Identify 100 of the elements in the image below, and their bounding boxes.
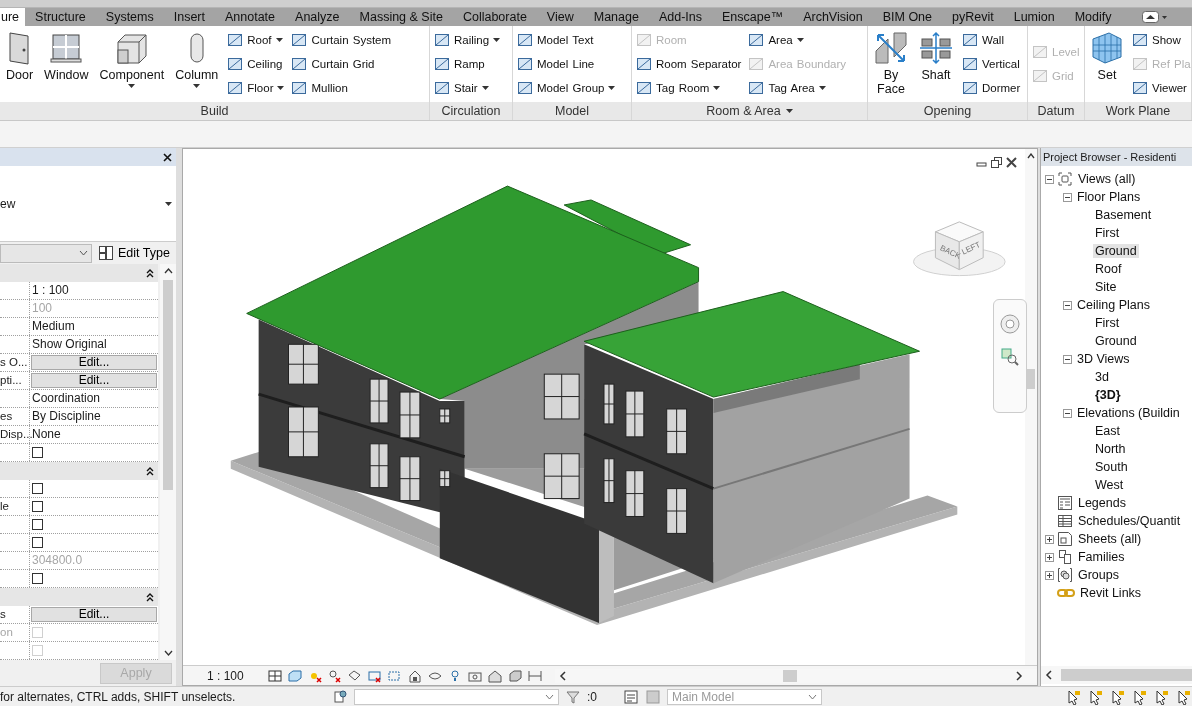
tree-item[interactable]: 3D Views [1074, 352, 1132, 366]
collapse-toggle[interactable] [1044, 174, 1054, 184]
ribbon-button[interactable]: Show [1131, 28, 1191, 52]
scrollbar[interactable] [1024, 149, 1037, 665]
ribbon-tab[interactable]: View [536, 8, 584, 26]
horizontal-scrollbar[interactable] [1040, 666, 1192, 684]
worksets-icon[interactable] [332, 689, 348, 705]
restore-icon[interactable] [990, 157, 1002, 168]
ribbon-tab[interactable]: Systems [95, 8, 164, 26]
cube-icon[interactable] [286, 667, 303, 684]
scroll-thumb[interactable] [782, 669, 797, 682]
tree-item[interactable]: Site [1092, 280, 1119, 294]
tree-item[interactable]: Basement [1092, 208, 1154, 222]
tree-item[interactable]: First [1092, 226, 1122, 240]
collapse-toggle[interactable] [1062, 354, 1072, 364]
ribbon-tab[interactable]: Annotate [215, 8, 286, 26]
ribbon-tab[interactable]: Lumion [1003, 8, 1065, 26]
tree-item[interactable]: Ground [1092, 244, 1139, 258]
tree-item[interactable]: North [1092, 442, 1128, 456]
checkbox[interactable] [32, 447, 43, 458]
view-scale[interactable]: 1 : 100 [206, 668, 263, 683]
ribbon-button[interactable]: Ceiling [226, 52, 286, 76]
ribbon-button[interactable]: Room Separator [635, 52, 743, 76]
ribbon-toggle-icon[interactable] [1141, 11, 1168, 23]
tree-item[interactable]: Ground [1092, 334, 1139, 348]
ribbon-button[interactable]: Model Text [516, 28, 617, 52]
ribbon-button[interactable]: Wall [961, 28, 1022, 52]
frame-icon[interactable] [266, 667, 283, 684]
tree-item[interactable]: {3D} [1092, 388, 1123, 402]
expand-toggle[interactable] [1044, 570, 1054, 580]
ribbon-button[interactable]: By Face [871, 26, 911, 102]
collapse-toggle[interactable] [1062, 300, 1072, 310]
collapse-icon[interactable] [146, 466, 154, 476]
ribbon-button[interactable]: Window [41, 26, 92, 102]
ribbon-button[interactable]: Model Line [516, 52, 617, 76]
ribbon-button[interactable]: Ramp [433, 52, 502, 76]
edit-button[interactable]: Edit... [31, 373, 157, 388]
ribbon-button[interactable]: Component [96, 26, 168, 102]
ribbon-button[interactable]: Curtain System [290, 28, 393, 52]
ribbon-button[interactable]: Area [747, 28, 848, 52]
tree-item[interactable]: Roof [1092, 262, 1124, 276]
tree-item[interactable]: Families [1075, 550, 1127, 564]
tree-item[interactable]: Ceiling Plans [1074, 298, 1152, 312]
ribbon-tab[interactable]: Massing & Site [349, 8, 453, 26]
ribbon-tab[interactable]: BIM One [872, 8, 942, 26]
collapse-toggle[interactable] [1062, 192, 1072, 202]
ribbon-button[interactable]: Tag Room [635, 76, 743, 100]
ribbon-button[interactable]: Railing [433, 28, 502, 52]
ribbon-tab[interactable]: Analyze [285, 8, 350, 26]
tree-item[interactable]: Revit Links [1077, 586, 1144, 600]
ribbon-tab[interactable]: pyRevit [942, 8, 1004, 26]
tree-item[interactable]: South [1092, 460, 1130, 474]
scroll-down-icon[interactable] [163, 650, 173, 656]
tree-item[interactable]: Legends [1075, 496, 1128, 510]
ribbon-button[interactable]: Model Group [516, 76, 617, 100]
scroll-thumb[interactable] [1060, 669, 1192, 681]
ribbon-tab[interactable]: Manage [583, 8, 649, 26]
checkbox[interactable] [32, 483, 43, 494]
tree-item[interactable]: Elevations (Buildin [1074, 406, 1182, 420]
tree-item[interactable]: Sheets (all) [1075, 532, 1144, 546]
checkbox[interactable] [32, 573, 43, 584]
tree-item[interactable]: Views (all) [1075, 172, 1138, 186]
edit-button[interactable]: Edit... [31, 355, 157, 370]
scroll-left-icon[interactable] [558, 670, 567, 681]
expand-toggle[interactable] [1044, 534, 1054, 544]
ribbon-tab[interactable]: ure [0, 8, 26, 26]
ribbon-button[interactable]: Set [1088, 26, 1126, 102]
expand-toggle[interactable] [1044, 552, 1054, 562]
scroll-thumb[interactable] [1026, 369, 1035, 389]
scroll-left-icon[interactable] [1044, 670, 1053, 680]
ribbon-button[interactable]: Door [3, 26, 37, 102]
ribbon-button[interactable]: Mullion [290, 76, 393, 100]
ribbon-button[interactable]: Tag Area [747, 76, 848, 100]
ribbon-tab[interactable]: Insert [163, 8, 215, 26]
edit-button[interactable]: Edit... [31, 607, 157, 622]
checkbox[interactable] [32, 501, 43, 512]
ribbon-tab[interactable]: Modify [1064, 8, 1122, 26]
tree-item[interactable]: East [1092, 424, 1122, 438]
ribbon-button[interactable]: Shaft [916, 26, 956, 102]
zoom-icon[interactable] [1000, 348, 1019, 366]
tree-item[interactable]: Schedules/Quantit [1075, 514, 1183, 528]
scroll-up-icon[interactable] [163, 268, 173, 274]
collapse-toggle[interactable] [1062, 408, 1072, 418]
scrollbar[interactable] [160, 264, 176, 660]
tree-item[interactable]: 3d [1092, 370, 1111, 384]
design-options-icon[interactable] [623, 689, 639, 705]
ribbon-button[interactable]: Vertical [961, 52, 1022, 76]
close-icon[interactable] [163, 152, 172, 162]
scroll-up-icon[interactable] [1026, 153, 1035, 159]
checkbox[interactable] [32, 537, 43, 548]
caret-icon[interactable] [165, 201, 172, 206]
close-icon[interactable] [1005, 157, 1017, 168]
steering-wheel-icon[interactable] [999, 314, 1020, 334]
ribbon-tab[interactable]: Collaborate [452, 8, 537, 26]
ribbon-tab[interactable]: Add-Ins [648, 8, 712, 26]
edit-type-button[interactable]: Edit Type [96, 245, 172, 261]
tree-item[interactable]: West [1092, 478, 1126, 492]
ribbon-button[interactable]: Viewer [1131, 76, 1191, 100]
scroll-right-icon[interactable] [1014, 670, 1023, 681]
ribbon-button[interactable]: Column [172, 26, 222, 102]
